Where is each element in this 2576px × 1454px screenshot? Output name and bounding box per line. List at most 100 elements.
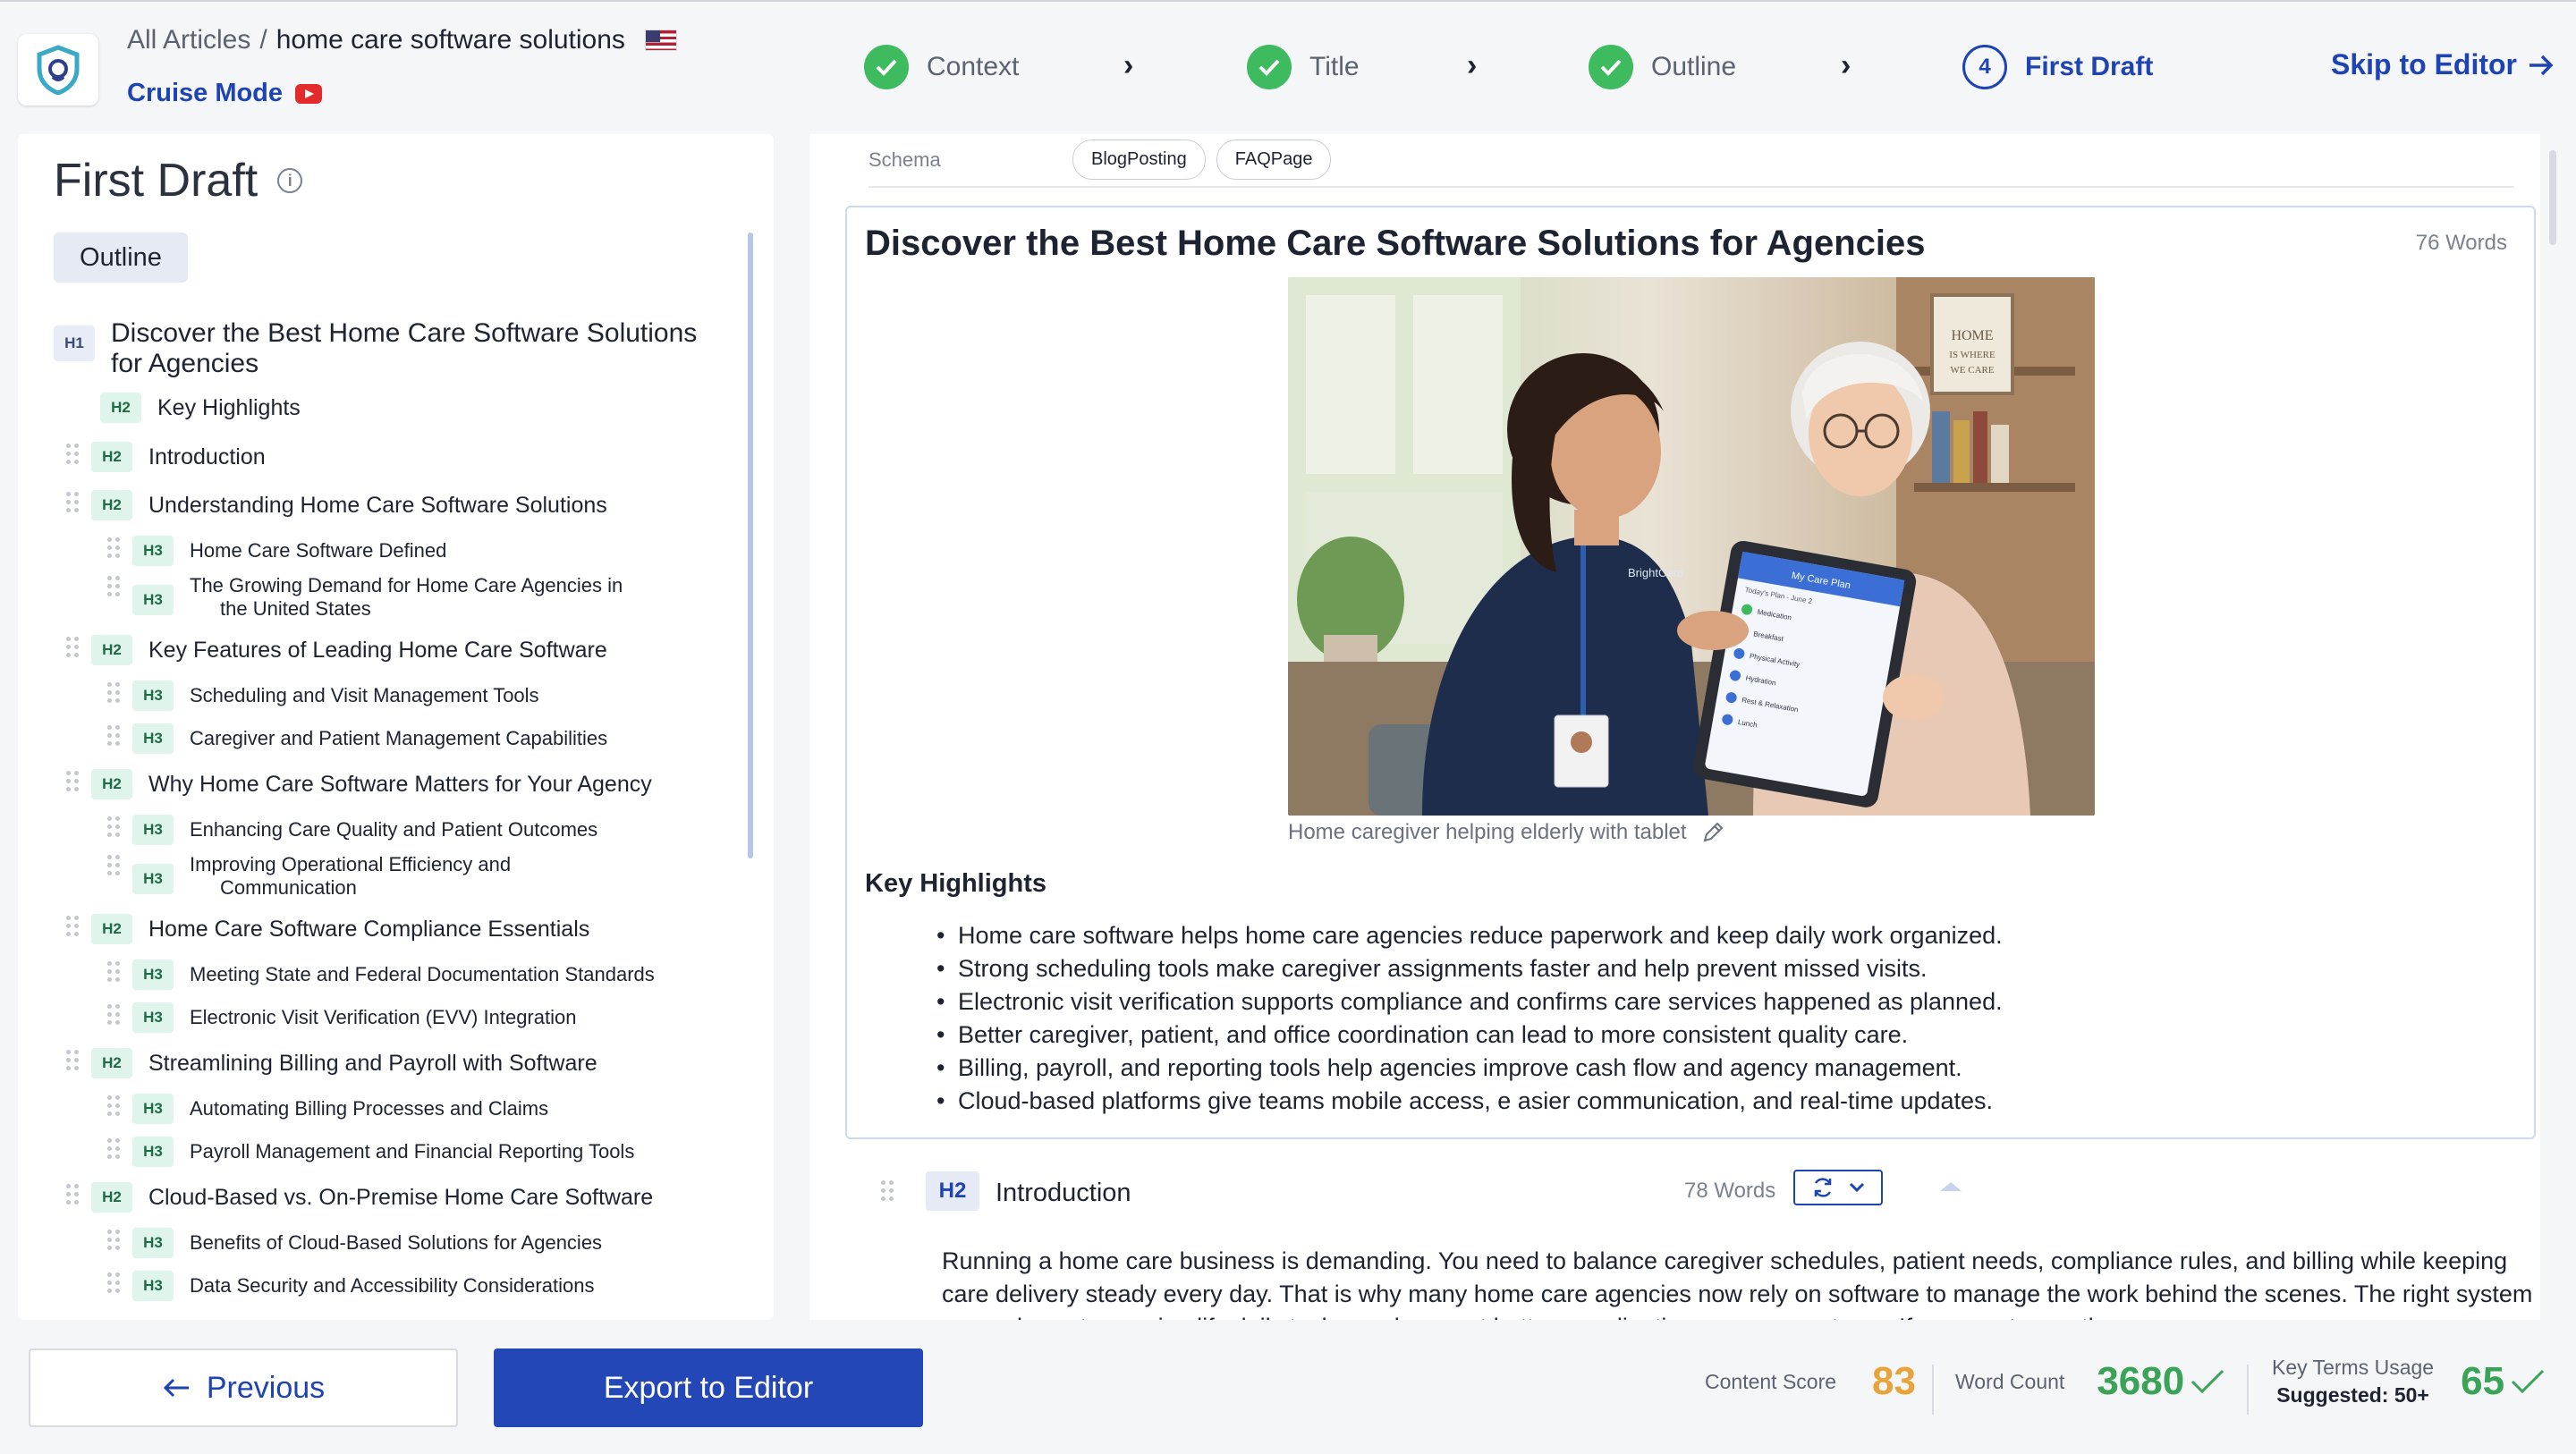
chevron-right-icon: › [1467,48,1478,82]
sign-line-1: HOME [1951,328,1993,343]
arrow-left-icon [163,1378,189,1398]
heading-tag: H2 [926,1171,979,1211]
step-title[interactable]: Title [1247,45,1360,89]
outline-item-h3[interactable]: H3 Caregiver and Patient Management Capa… [107,723,607,754]
panel-title: First Draft i [54,154,303,207]
schema-label: Schema [869,148,941,171]
collapse-up-icon[interactable] [1940,1182,1962,1191]
youtube-icon [295,83,323,104]
outline-item-h3[interactable]: H3 Payroll Management and Financial Repo… [107,1137,634,1167]
outline-item-h3-cont: the United States [220,597,371,621]
outline-item-h2[interactable]: H2 Streamlining Billing and Payroll with… [66,1048,597,1078]
outline-item-h3-cont: Communication [220,876,357,900]
section-paragraph[interactable]: Running a home care business is demandin… [942,1245,2534,1320]
drag-handle-icon[interactable] [881,1179,895,1201]
list-item: Billing, payroll, and reporting tools he… [936,1052,2003,1085]
outline-item-h2[interactable]: H2 Cloud-Based vs. On-Premise Home Care … [66,1182,653,1213]
app-logo[interactable] [18,34,98,106]
drag-handle-icon[interactable] [107,1137,122,1159]
outline-item-h2[interactable]: H2 Home Care Software Compliance Essenti… [66,914,589,944]
heading-tag: H3 [132,1094,174,1124]
outline-item-h2[interactable]: H2 Why Home Care Software Matters for Yo… [66,769,652,799]
list-item: Home care software helps home care agenc… [936,919,2003,952]
drag-handle-icon[interactable] [107,1002,122,1025]
schema-pill-faqpage[interactable]: FAQPage [1216,139,1332,180]
divider [869,186,2514,188]
article-title[interactable]: Discover the Best Home Care Software Sol… [865,224,1926,264]
export-to-editor-button[interactable]: Export to Editor [494,1348,923,1427]
sign-line-3: WE CARE [1950,365,1994,376]
step-first-draft[interactable]: 4 First Draft [1962,45,2153,89]
outline-item-h3[interactable]: H3 Enhancing Care Quality and Patient Ou… [107,815,597,845]
drag-handle-icon[interactable] [107,1094,122,1116]
drag-handle-icon[interactable] [66,442,80,464]
drag-handle-icon[interactable] [66,914,80,936]
drag-handle-icon[interactable] [66,769,80,791]
outline-item-text: Meeting State and Federal Documentation … [190,963,655,985]
heading-tag: H3 [132,723,174,754]
breadcrumb-separator: / [259,25,267,55]
outline-item-text: Improving Operational Efficiency and [190,853,512,875]
list-item: Strong scheduling tools make caregiver a… [936,952,2003,985]
pencil-edit-icon[interactable] [1701,821,1724,844]
drag-handle-icon[interactable] [107,681,122,703]
drag-handle-icon[interactable] [66,490,80,512]
drag-handle-icon[interactable] [107,959,122,982]
top-bar: All Articles / home care software soluti… [0,0,2576,134]
regenerate-dropdown[interactable] [1793,1170,1883,1205]
drag-handle-icon[interactable] [66,1182,80,1205]
breadcrumb-root[interactable]: All Articles [127,25,250,55]
step-outline[interactable]: Outline [1589,45,1736,89]
key-highlights-list: Home care software helps home care agenc… [936,919,2003,1118]
drag-handle-icon[interactable] [107,1271,122,1293]
outline-scrollbar[interactable] [748,232,753,858]
outline-item-h2[interactable]: H2 Understanding Home Care Software Solu… [66,490,607,520]
drag-handle-icon[interactable] [66,1048,80,1070]
outline-item-h3[interactable]: H3 Automating Billing Processes and Clai… [107,1094,548,1124]
outline-item-text: Why Home Care Software Matters for Your … [148,772,652,797]
outline-item-h3[interactable]: H3 Electronic Visit Verification (EVV) I… [107,1002,576,1033]
check-circle-icon [1247,45,1292,89]
arrow-right-icon [2529,55,2554,75]
info-icon[interactable]: i [277,168,303,193]
section-introduction[interactable]: H2 Introduction 78 Words Running a home … [845,1162,2536,1320]
skip-to-editor-link[interactable]: Skip to Editor [2331,48,2555,81]
outline-item-h2[interactable]: H2 Key Features of Leading Home Care Sof… [66,635,607,665]
drag-handle-icon[interactable] [107,1228,122,1250]
shield-logo-icon [37,45,80,95]
heading-tag: H2 [91,635,132,665]
cruise-mode-link[interactable]: Cruise Mode [127,79,323,108]
drag-handle-icon[interactable] [107,574,122,596]
featured-image[interactable]: HOME IS WHERE WE CARE BrightCare My Care… [1288,277,2095,816]
outline-item-h3[interactable]: H3 Scheduling and Visit Management Tools [107,681,539,711]
heading-tag: H3 [132,1228,174,1258]
drag-handle-icon[interactable] [66,635,80,657]
outline-item-h3[interactable]: H3 Benefits of Cloud-Based Solutions for… [107,1228,602,1258]
cruise-mode-label: Cruise Mode [127,79,284,107]
check-circle-icon [1589,45,1633,89]
step-context[interactable]: Context [864,45,1019,89]
drag-handle-icon[interactable] [107,815,122,837]
previous-button[interactable]: Previous [29,1348,458,1427]
outline-item-h2[interactable]: H2 Key Highlights [100,393,301,423]
tab-outline[interactable]: Outline [54,232,188,283]
outline-item-text: the United States [220,597,371,620]
outline-item-h3[interactable]: H3 Data Security and Accessibility Consi… [107,1271,594,1301]
h1-section-card[interactable]: Discover the Best Home Care Software Sol… [845,206,2536,1139]
drag-handle-icon[interactable] [107,853,122,875]
drag-handle-icon[interactable] [107,723,122,746]
checkmark-icon [2191,1369,2224,1394]
image-caption[interactable]: Home caregiver helping elderly with tabl… [1288,820,1724,845]
panel-title-text: First Draft [54,155,258,207]
main-scrollbar[interactable] [2549,150,2556,245]
drag-handle-icon[interactable] [107,536,122,558]
section-title[interactable]: Introduction [996,1179,1131,1208]
heading-tag: H3 [132,815,174,845]
schema-pill-blogposting[interactable]: BlogPosting [1072,139,1206,180]
word-count-value: 3680 [2097,1359,2185,1403]
heading-tag: H3 [132,1137,174,1167]
outline-item-h2[interactable]: H2 Introduction [66,442,266,472]
outline-item-h1-cont: for Agencies [111,349,258,379]
outline-item-h3[interactable]: H3 Home Care Software Defined [107,536,446,566]
outline-item-h3[interactable]: H3 Meeting State and Federal Documentati… [107,959,655,990]
